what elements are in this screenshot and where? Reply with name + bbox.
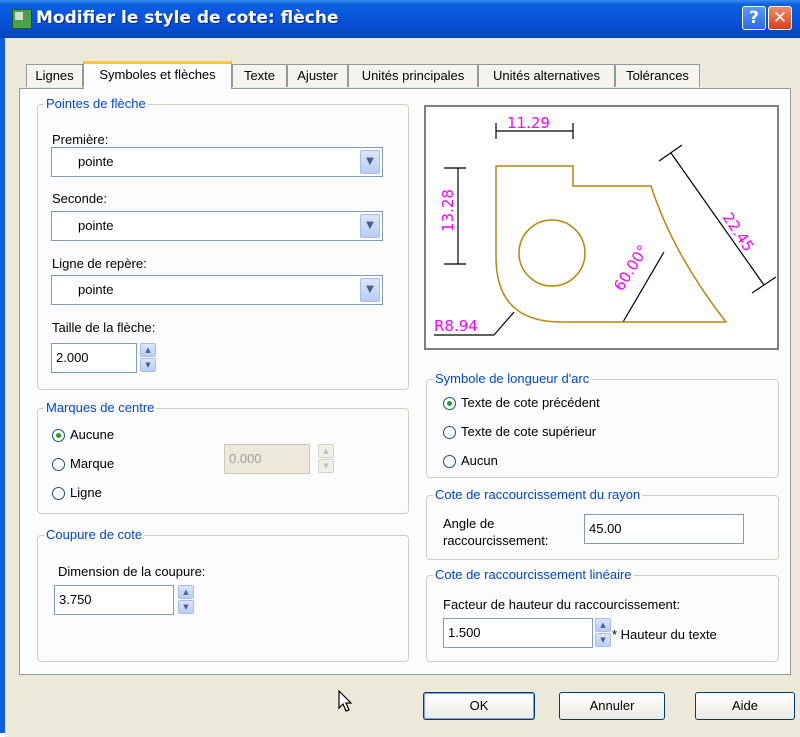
arrow-size-stepper[interactable]: ▲ ▼ [140, 343, 156, 373]
preview-hole-circle [518, 219, 586, 287]
first-arrow-select[interactable]: pointe ▼ [51, 147, 383, 177]
arrow-size-value: 2.000 [56, 350, 89, 365]
tab-unites-alternatives[interactable]: Unités alternatives [478, 64, 615, 87]
break-size-input[interactable]: 3.750 [54, 585, 174, 615]
arrow-size-label: Taille de la flèche: [52, 320, 156, 335]
dimension-style-icon [12, 9, 32, 29]
preview-dim-diag: 22.45 [719, 209, 758, 255]
radio-ligne[interactable] [52, 487, 65, 500]
help-button[interactable]: Aide [695, 692, 795, 720]
preview-part-outline [495, 165, 728, 323]
dialog-window: Modifier le style de cote: flèche ? ✕ Li… [0, 0, 800, 737]
tab-lignes[interactable]: Lignes [26, 64, 83, 87]
break-size-stepper[interactable]: ▲ ▼ [178, 585, 194, 615]
arrow-up-icon: ▲ [318, 444, 334, 458]
window-title: Modifier le style de cote: flèche [36, 8, 339, 28]
radio-precedent[interactable] [443, 397, 456, 410]
radio-superieur[interactable] [443, 426, 456, 439]
break-size-value: 3.750 [59, 592, 92, 607]
dim-break-legend: Coupure de cote [44, 527, 145, 542]
radio-precedent-label[interactable]: Texte de cote précédent [461, 395, 600, 410]
preview-dim-top: 11.29 [507, 114, 550, 132]
arrowheads-legend: Pointes de flèche [44, 96, 148, 111]
preview-dim-left: 13.28 [439, 189, 457, 232]
ok-button[interactable]: OK [423, 692, 535, 720]
tab-texte[interactable]: Texte [232, 64, 287, 87]
break-size-label: Dimension de la coupure: [58, 564, 206, 579]
arrow-down-icon[interactable]: ▼ [178, 600, 194, 614]
arrow-down-icon: ▼ [318, 459, 334, 473]
center-mark-size-input: 0.000 [224, 444, 310, 474]
jog-factor-input[interactable]: 1.500 [443, 618, 593, 648]
leader-arrow-label: Ligne de repère: [52, 256, 147, 271]
preview-dim-radius: R8.94 [434, 317, 478, 335]
first-arrow-value: pointe [78, 154, 114, 169]
center-mark-size-value: 0.000 [229, 451, 262, 466]
arrow-down-icon[interactable]: ▼ [140, 358, 156, 372]
second-arrow-select[interactable]: pointe ▼ [51, 211, 383, 241]
leader-arrow-select[interactable]: pointe ▼ [51, 275, 383, 305]
arrow-up-icon[interactable]: ▲ [178, 585, 194, 599]
radio-aucun-label[interactable]: Aucun [461, 453, 498, 468]
second-arrow-value: pointe [78, 218, 114, 233]
linear-jog-legend: Cote de raccourcissement linéaire [433, 567, 634, 582]
tab-tolerances[interactable]: Tolérances [615, 64, 700, 87]
radio-marque[interactable] [52, 458, 65, 471]
arc-length-legend: Symbole de longueur d'arc [433, 371, 592, 386]
jog-angle-input[interactable]: 45.00 [584, 514, 744, 544]
radio-aucune-label[interactable]: Aucune [70, 427, 114, 442]
jog-angle-label-line2: raccourcissement: [443, 533, 549, 548]
radio-ligne-label[interactable]: Ligne [70, 485, 102, 500]
second-arrow-label: Seconde: [52, 191, 107, 206]
tab-unites-principales[interactable]: Unités principales [348, 64, 478, 87]
jog-angle-value: 45.00 [589, 521, 622, 536]
arrow-down-icon[interactable]: ▼ [595, 633, 611, 647]
leader-arrow-value: pointe [78, 282, 114, 297]
first-arrow-label: Première: [52, 132, 109, 147]
jog-angle-label-line1: Angle de [443, 516, 495, 531]
chevron-down-icon[interactable]: ▼ [360, 278, 380, 302]
arrow-size-input[interactable]: 2.000 [51, 343, 137, 373]
close-button[interactable]: ✕ [768, 6, 792, 30]
text-height-suffix: * Hauteur du texte [612, 627, 717, 642]
arrow-up-icon[interactable]: ▲ [595, 618, 611, 632]
radio-aucun[interactable] [443, 455, 456, 468]
jog-factor-label: Facteur de hauteur du raccourcissement: [443, 597, 681, 612]
jog-factor-value: 1.500 [448, 625, 481, 640]
help-title-button[interactable]: ? [742, 6, 766, 30]
chevron-down-icon[interactable]: ▼ [360, 214, 380, 238]
preview-dim-angle: 60.00° [610, 242, 652, 294]
title-bar[interactable]: Modifier le style de cote: flèche ? ✕ [0, 0, 800, 38]
radio-superieur-label[interactable]: Texte de cote supérieur [461, 424, 596, 439]
jog-factor-stepper[interactable]: ▲ ▼ [595, 618, 611, 648]
mouse-pointer-icon [338, 690, 353, 712]
preview-pane: 11.29 13.28 22.45 60.00° R8.94 [424, 105, 779, 350]
chevron-down-icon[interactable]: ▼ [360, 150, 380, 174]
radius-jog-legend: Cote de raccourcissement du rayon [433, 487, 643, 502]
radio-aucune[interactable] [52, 429, 65, 442]
arrow-up-icon[interactable]: ▲ [140, 343, 156, 357]
tab-symboles-et-fleches[interactable]: Symboles et flèches [83, 61, 232, 89]
center-mark-size-stepper: ▲ ▼ [318, 444, 334, 474]
dimension-preview-drawing: 11.29 13.28 22.45 60.00° R8.94 [434, 114, 777, 336]
radio-marque-label[interactable]: Marque [70, 456, 114, 471]
center-marks-legend: Marques de centre [44, 400, 157, 415]
cancel-button[interactable]: Annuler [559, 692, 665, 720]
tab-ajuster[interactable]: Ajuster [287, 64, 348, 87]
